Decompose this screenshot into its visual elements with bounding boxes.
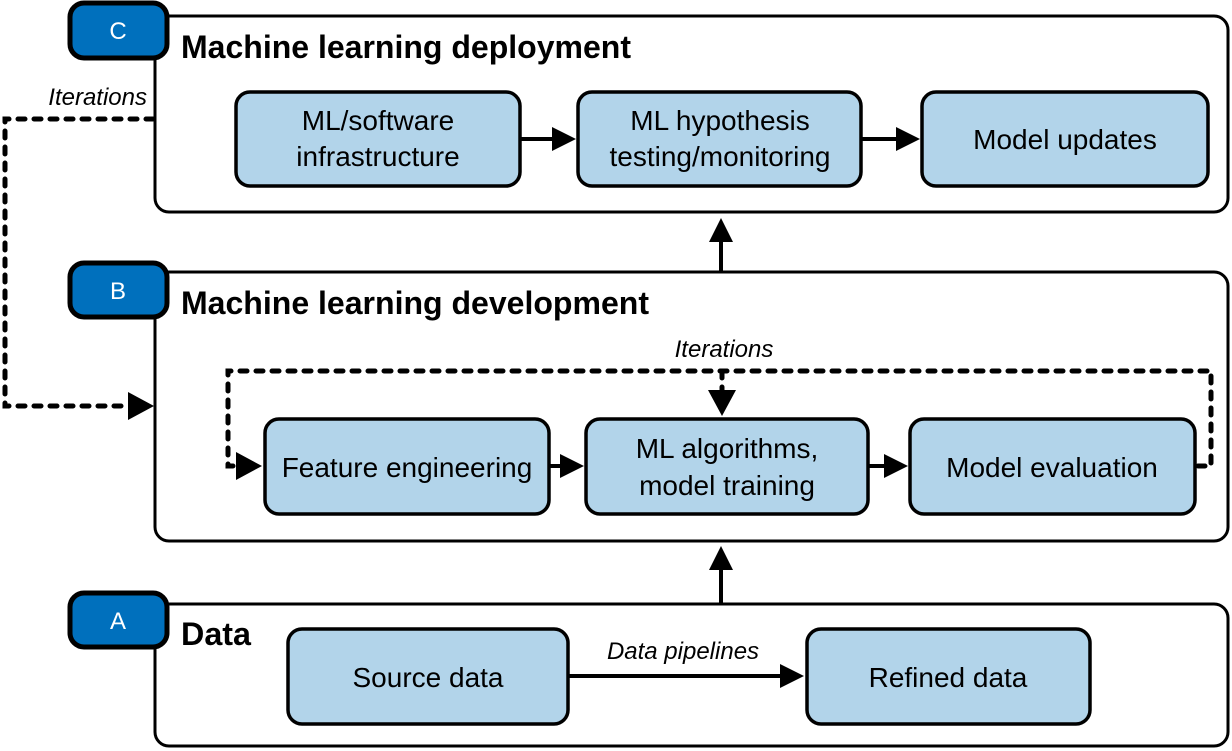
dev-iterations-label: Iterations [675, 336, 774, 363]
deployment-title: Machine learning deployment [181, 29, 631, 65]
step-label: Model evaluation [946, 452, 1158, 483]
arrowhead [128, 392, 154, 420]
step-label: Source data [353, 662, 504, 693]
step-label: model training [639, 470, 815, 501]
step-label: Model updates [973, 124, 1157, 155]
step-label: Refined data [869, 662, 1028, 693]
development-title: Machine learning development [181, 285, 649, 321]
step-label: testing/monitoring [609, 141, 830, 172]
step-label: ML hypothesis [630, 105, 810, 136]
step-label: ML algorithms, [636, 433, 819, 464]
data-pipelines-label: Data pipelines [607, 638, 759, 665]
badge-b-label: B [110, 278, 126, 305]
badge-a-label: A [110, 608, 126, 635]
badge-c-label: C [109, 18, 126, 45]
data-title: Data [181, 616, 251, 652]
ml-lifecycle-diagram: C B A Machine learning deployment Machin… [2, 0, 1230, 748]
deploy-iterations-label: Iterations [48, 84, 147, 111]
step-label: infrastructure [296, 141, 459, 172]
step-label: Feature engineering [282, 452, 533, 483]
step-label: ML/software [302, 105, 455, 136]
